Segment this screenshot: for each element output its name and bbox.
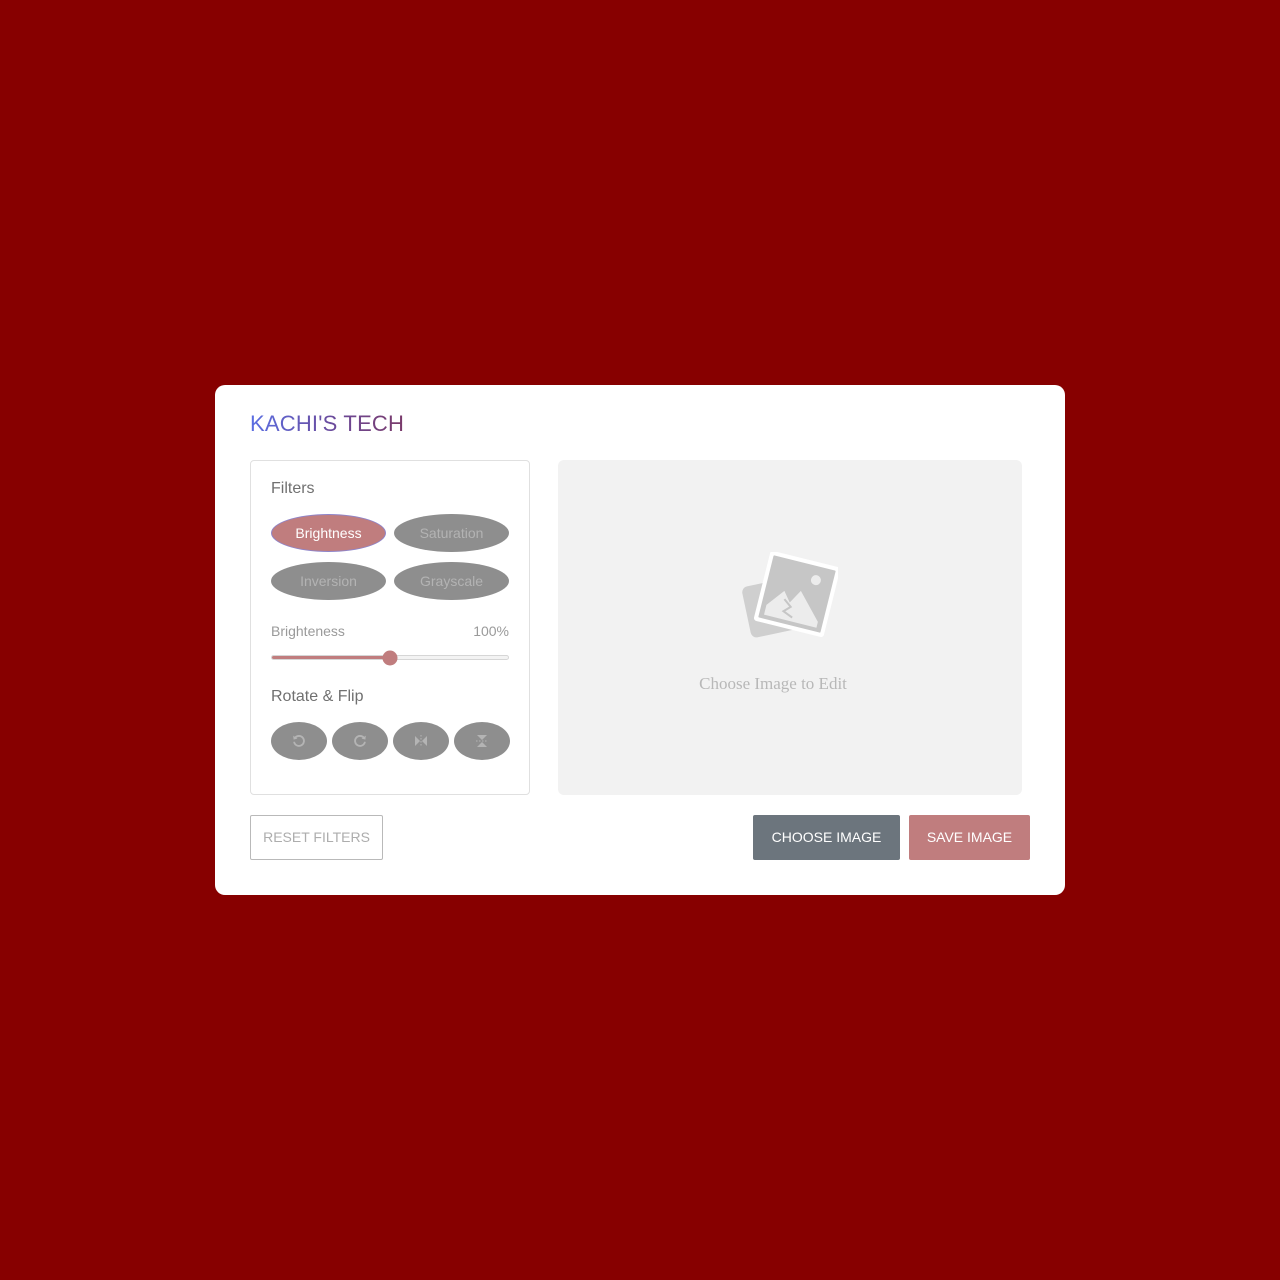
reset-filters-button[interactable]: RESET FILTERS (250, 815, 383, 860)
filter-saturation-button[interactable]: Saturation (394, 514, 509, 552)
filter-inversion-button[interactable]: Inversion (271, 562, 386, 600)
app-title: KACHI'S TECH (250, 411, 405, 436)
image-placeholder-icon (742, 552, 838, 638)
choose-image-button[interactable]: CHOOSE IMAGE (753, 815, 900, 860)
flip-vertical-button[interactable] (454, 722, 510, 760)
flip-horizontal-icon (415, 735, 427, 747)
rotate-left-icon (293, 735, 305, 747)
flip-vertical-icon (476, 735, 488, 747)
filter-brightness-button[interactable]: Brightness (271, 514, 386, 552)
image-preview: Choose Image to Edit (558, 460, 1022, 795)
brightness-slider[interactable] (271, 650, 509, 665)
rotate-right-icon (354, 735, 366, 747)
filters-heading: Filters (271, 480, 315, 497)
rotate-flip-heading: Rotate & Flip (271, 688, 364, 705)
controls-panel: Filters Brightness Saturation Inversion … (250, 460, 530, 795)
slider-value: 100% (473, 623, 509, 639)
slider-thumb[interactable] (382, 650, 398, 665)
rotate-right-button[interactable] (332, 722, 388, 760)
placeholder-text: Choose Image to Edit (699, 674, 847, 693)
save-image-button[interactable]: SAVE IMAGE (909, 815, 1030, 860)
flip-horizontal-button[interactable] (393, 722, 449, 760)
filter-grayscale-button[interactable]: Grayscale (394, 562, 509, 600)
slider-name: Brighteness (271, 623, 345, 639)
editor-card: KACHI'S TECH Filters Brightness Saturati… (215, 385, 1065, 895)
slider-fill (272, 656, 390, 659)
rotate-left-button[interactable] (271, 722, 327, 760)
